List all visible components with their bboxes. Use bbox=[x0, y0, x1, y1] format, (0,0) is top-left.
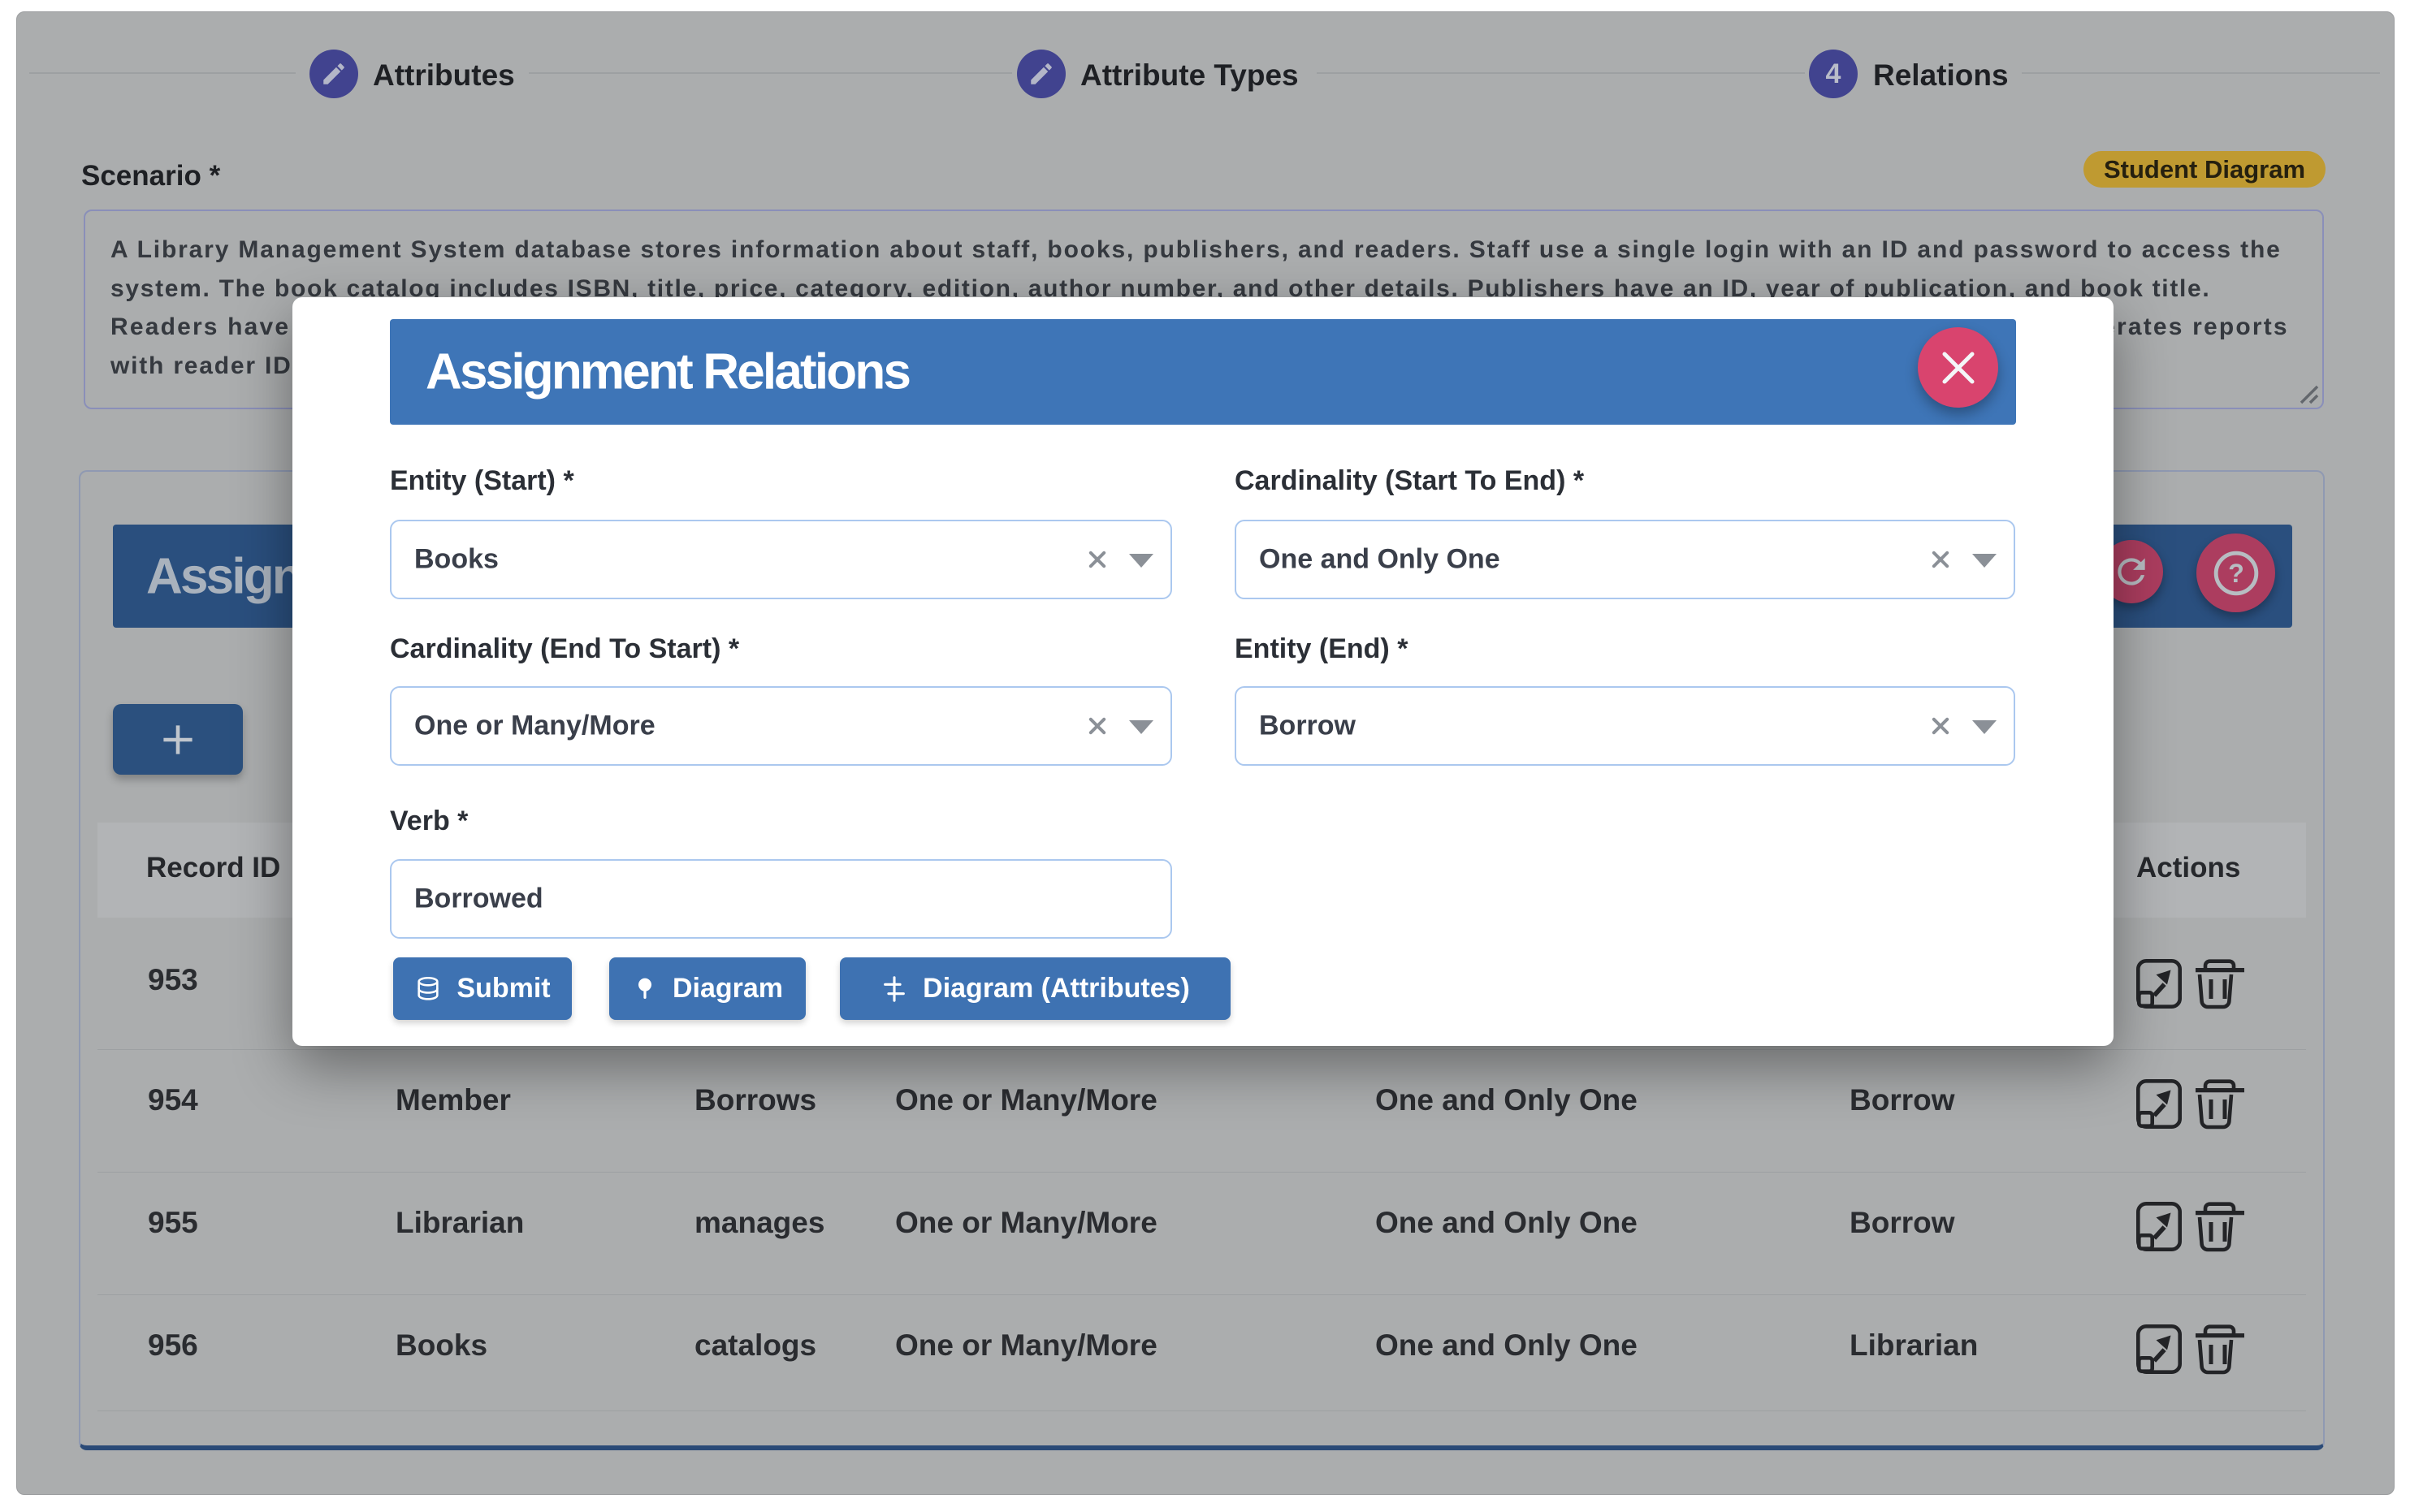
svg-text:?: ? bbox=[2228, 558, 2244, 587]
